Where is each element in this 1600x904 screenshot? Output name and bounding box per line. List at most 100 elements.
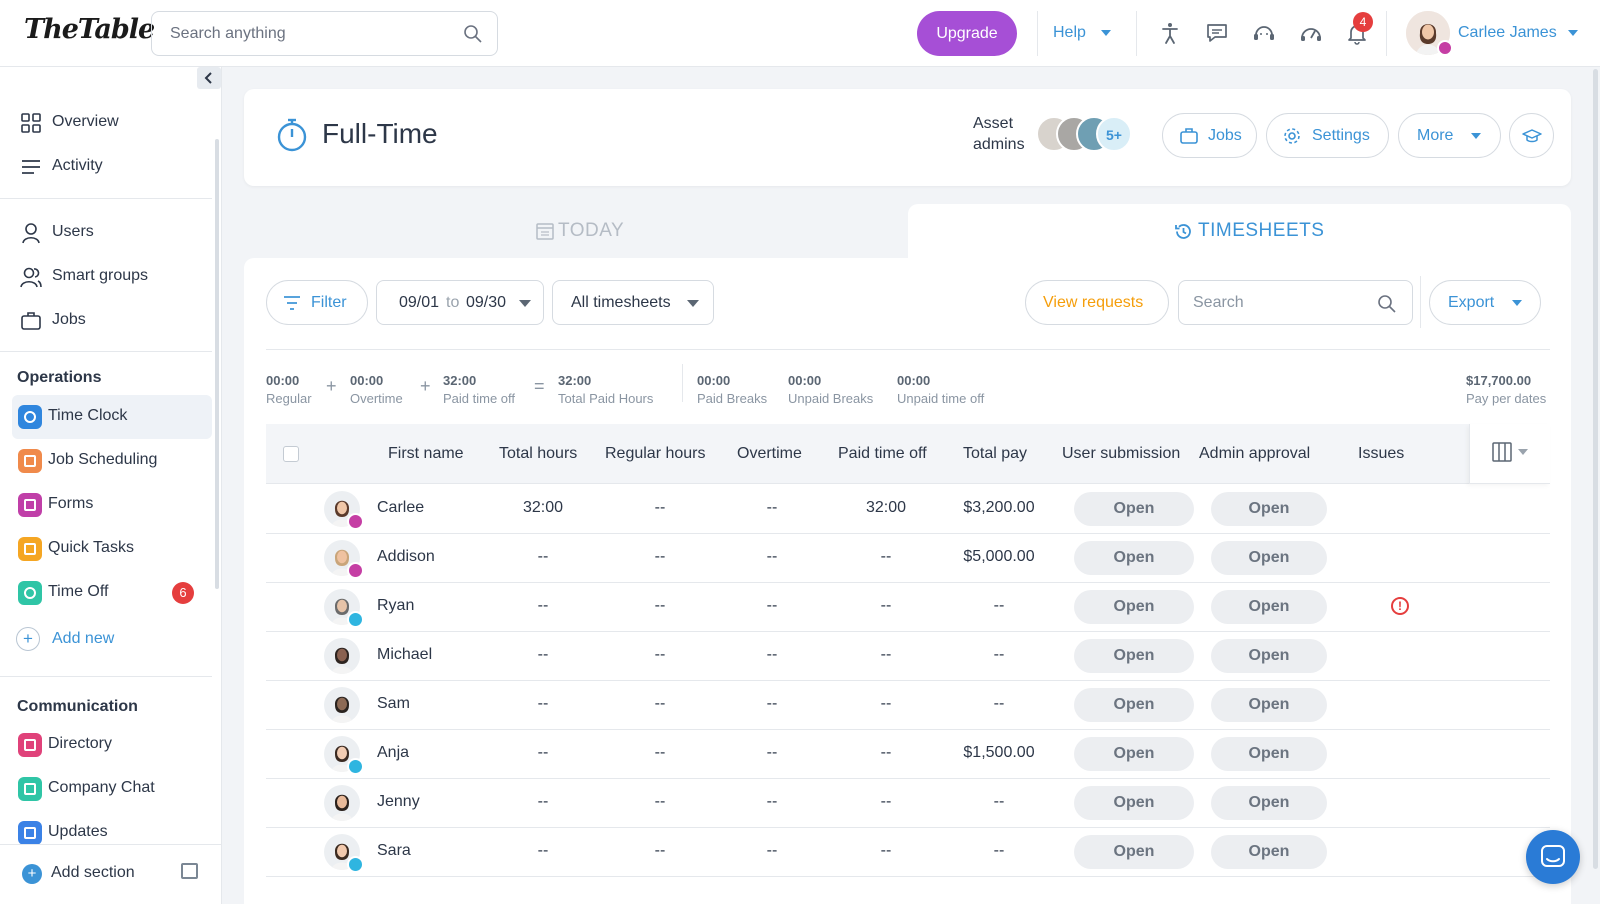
user-submission-status[interactable]: Open <box>1074 590 1194 624</box>
academy-button[interactable] <box>1509 113 1554 158</box>
sidebar-item-time-clock[interactable]: Time Clock <box>12 395 212 439</box>
table-row[interactable]: Sam -- -- -- -- -- Open Open <box>266 680 1550 730</box>
timesheet-type-value: All timesheets <box>571 294 671 311</box>
chevron-down-icon[interactable] <box>1101 30 1111 36</box>
employee-name[interactable]: Carlee <box>377 499 424 517</box>
tab-today[interactable]: TODAY <box>244 204 908 258</box>
calendar-icon <box>18 449 42 473</box>
employee-name[interactable]: Ryan <box>377 597 414 615</box>
sidebar-item-job-scheduling[interactable]: Job Scheduling <box>12 439 212 483</box>
view-requests-button[interactable]: View requests <box>1025 280 1169 325</box>
collapse-sidebar-button[interactable] <box>197 67 221 89</box>
settings-button[interactable]: Settings <box>1266 113 1389 158</box>
column-issues[interactable]: Issues <box>1358 445 1404 463</box>
admin-approval-status[interactable]: Open <box>1211 835 1327 869</box>
sidebar-item-activity[interactable]: Activity <box>12 145 212 189</box>
employee-name[interactable]: Anja <box>377 744 409 762</box>
admin-approval-status[interactable]: Open <box>1211 737 1327 771</box>
admin-approval-status[interactable]: Open <box>1211 590 1327 624</box>
summary-overtime: 00:00 Overtime <box>350 373 403 406</box>
table-row[interactable]: Anja -- -- -- -- $1,500.00 Open Open <box>266 729 1550 779</box>
sidebar-item-jobs[interactable]: Jobs <box>12 299 212 343</box>
column-total-pay[interactable]: Total pay <box>963 445 1027 463</box>
table-row[interactable]: Addison -- -- -- -- $5,000.00 Open Open <box>266 533 1550 583</box>
employee-name[interactable]: Jenny <box>377 793 420 811</box>
speedometer-icon[interactable] <box>1298 20 1324 46</box>
column-regular-hours[interactable]: Regular hours <box>605 445 706 463</box>
user-submission-status[interactable]: Open <box>1074 737 1194 771</box>
paid-time-off-cell: -- <box>880 597 892 614</box>
page-scrollbar[interactable] <box>1593 69 1598 869</box>
user-submission-status[interactable]: Open <box>1074 492 1194 526</box>
user-name[interactable]: Carlee James <box>1458 24 1557 42</box>
accessibility-icon[interactable] <box>1157 20 1183 46</box>
summary-label: Paid time off <box>443 391 516 406</box>
employee-name[interactable]: Sam <box>377 695 410 713</box>
select-all-checkbox[interactable] <box>283 446 299 462</box>
table-row[interactable]: Michael -- -- -- -- -- Open Open <box>266 631 1550 681</box>
column-admin-approval[interactable]: Admin approval <box>1199 445 1310 463</box>
support-icon[interactable] <box>1251 20 1277 46</box>
add-new-button[interactable]: + Add new <box>16 625 216 655</box>
column-total-hours[interactable]: Total hours <box>499 445 577 463</box>
timesheets-panel: Filter 09/01 to 09/30 All timesheets Vie… <box>244 258 1571 904</box>
column-overtime[interactable]: Overtime <box>737 445 802 463</box>
timesheet-type-select[interactable]: All timesheets <box>552 280 714 325</box>
sidebar-item-quick-tasks[interactable]: Quick Tasks <box>12 527 212 571</box>
avatar[interactable] <box>324 638 360 674</box>
summary-label: Total Paid Hours <box>558 391 654 406</box>
sidebar-item-forms[interactable]: Forms <box>12 483 212 527</box>
alert-icon[interactable]: ! <box>1391 597 1409 615</box>
user-submission-status[interactable]: Open <box>1074 786 1194 820</box>
archive-icon[interactable] <box>181 863 198 879</box>
filter-label: Filter <box>311 294 347 311</box>
employee-name[interactable]: Addison <box>377 548 435 566</box>
table-row[interactable]: Ryan -- -- -- -- -- Open Open! <box>266 582 1550 632</box>
more-admins-badge[interactable]: 5+ <box>1096 116 1132 152</box>
crown-icon <box>1437 40 1453 56</box>
avatar[interactable] <box>324 687 360 723</box>
upgrade-button[interactable]: Upgrade <box>917 11 1017 56</box>
table-row[interactable]: Carlee 32:00 -- -- 32:00 $3,200.00 Open Open <box>266 484 1550 534</box>
column-first-name[interactable]: First name <box>388 445 464 463</box>
column-paid-time-off[interactable]: Paid time off <box>838 445 927 463</box>
sidebar-item-time-off[interactable]: Time Off 6 <box>12 571 212 615</box>
avatar[interactable] <box>324 785 360 821</box>
plus-circle-icon[interactable]: + <box>22 864 42 884</box>
global-search-input[interactable]: Search anything <box>151 11 498 56</box>
date-range-picker[interactable]: 09/01 to 09/30 <box>376 280 544 325</box>
user-submission-status[interactable]: Open <box>1074 639 1194 673</box>
more-button[interactable]: More <box>1398 113 1501 158</box>
employee-name[interactable]: Sara <box>377 842 411 860</box>
employee-name[interactable]: Michael <box>377 646 432 664</box>
table-row[interactable]: Sara -- -- -- -- -- Open Open <box>266 827 1550 877</box>
sidebar-item-users[interactable]: Users <box>12 211 212 255</box>
timesheet-search-input[interactable]: Search <box>1178 280 1413 325</box>
user-submission-status[interactable]: Open <box>1074 541 1194 575</box>
help-menu[interactable]: Help <box>1053 24 1086 42</box>
admin-approval-status[interactable]: Open <box>1211 541 1327 575</box>
table-row[interactable]: Jenny -- -- -- -- -- Open Open <box>266 778 1550 828</box>
filter-button[interactable]: Filter <box>266 280 368 325</box>
column-user-submission[interactable]: User submission <box>1062 445 1180 463</box>
sidebar-item-overview[interactable]: Overview <box>12 101 212 145</box>
sidebar-item-smart-groups[interactable]: Smart groups <box>12 255 212 299</box>
admin-approval-status[interactable]: Open <box>1211 639 1327 673</box>
admin-approval-status[interactable]: Open <box>1211 688 1327 722</box>
jobs-button[interactable]: Jobs <box>1162 113 1257 158</box>
sidebar-scrollbar[interactable] <box>215 139 219 589</box>
column-settings-button[interactable] <box>1469 424 1550 484</box>
chat-icon[interactable] <box>1204 20 1230 46</box>
export-button[interactable]: Export <box>1429 280 1541 325</box>
user-submission-status[interactable]: Open <box>1074 688 1194 722</box>
app-logo[interactable]: TheTable <box>24 14 155 45</box>
sidebar-item-company-chat[interactable]: Company Chat <box>12 767 212 811</box>
sidebar-item-directory[interactable]: Directory <box>12 723 212 767</box>
chevron-down-icon[interactable] <box>1568 30 1578 36</box>
admin-approval-status[interactable]: Open <box>1211 492 1327 526</box>
tab-timesheets[interactable]: TIMESHEETS <box>908 204 1571 260</box>
user-submission-status[interactable]: Open <box>1074 835 1194 869</box>
add-section-button[interactable]: Add section <box>51 864 135 882</box>
support-chat-button[interactable] <box>1526 830 1580 884</box>
admin-approval-status[interactable]: Open <box>1211 786 1327 820</box>
